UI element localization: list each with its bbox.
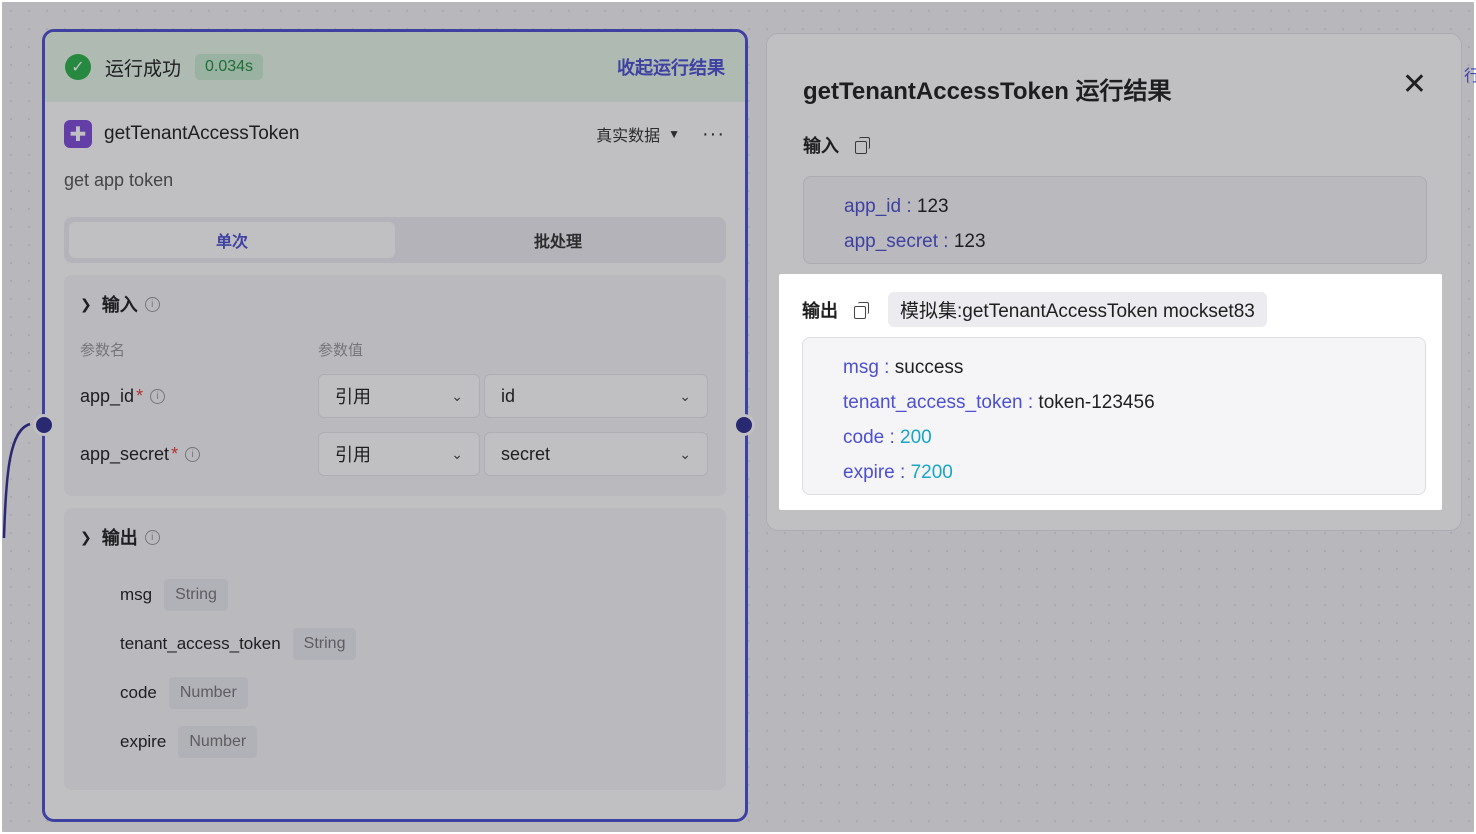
collapse-result-link[interactable]: 收起运行结果 [617,54,725,80]
output-field-name: tenant_access_token [120,633,281,653]
input-values-box: app_id : 123 app_secret : 123 [803,176,1427,264]
data-mode-label: 真实数据 [596,128,661,145]
check-circle-icon: ✓ [65,54,91,80]
output-field-row: code Number [120,668,710,717]
output-section-header[interactable]: ❯ 输出 i [80,524,710,550]
mockset-tag: 模拟集:getTenantAccessToken mockset83 [888,292,1267,327]
offscreen-node-edge: 行 [1464,68,1476,85]
chevron-down-icon: ⌄ [451,445,463,462]
chevron-down-icon: ⌄ [679,387,691,404]
param-name: app_id [80,385,135,406]
input-value: 123 [916,196,949,217]
output-section: ❯ 输出 i msg String tenant_access_token St… [64,508,726,790]
node-title: getTenantAccessToken [104,123,300,144]
output-value: success [894,357,964,378]
required-mark: * [136,385,144,406]
output-values-box: msg : success tenant_access_token : toke… [802,337,1426,495]
input-section-header[interactable]: ❯ 输入 i [80,291,710,317]
output-field-type: String [164,578,228,611]
param-name: app_secret [80,443,170,464]
node-description: get app token [64,170,174,190]
input-kv-row: app_id : 123 [844,196,949,217]
output-field-name: expire [120,731,167,751]
input-section-title: 输入 [101,295,138,315]
input-value: 123 [953,231,986,252]
required-mark: * [171,443,179,464]
output-field-row: expire Number [120,717,710,766]
output-field-row: tenant_access_token String [120,619,710,668]
param-row: app_id * i 引用 ⌄ id ⌄ [80,374,710,418]
run-mode-tabs: 单次 批处理 [64,217,726,263]
output-value: token-123456 [1038,392,1155,413]
param-type-value: 引用 [335,445,371,465]
chevron-down-icon: ⌄ [679,445,691,462]
output-key: code [843,427,885,448]
close-icon[interactable]: ✕ [1402,70,1427,100]
more-icon[interactable]: ··· [702,123,725,146]
output-highlight: 输出 模拟集:getTenantAccessToken mockset83 ms… [779,274,1442,510]
param-value: secret [501,443,551,464]
output-field-type: String [292,627,357,660]
param-type-value: 引用 [335,387,371,407]
input-section: ❯ 输入 i 参数名 参数值 app_id * i 引用 ⌄ id ⌄ app_… [64,275,726,496]
chevron-down-icon: ❯ [80,528,92,545]
param-value-header: 参数值 [318,342,364,359]
output-field-name: code [120,682,157,702]
info-icon[interactable]: i [185,446,201,462]
panel-title: getTenantAccessToken 运行结果 [803,78,1172,105]
info-icon[interactable]: i [150,388,166,404]
output-value: 200 [900,427,932,448]
input-key: app_id [844,196,902,217]
run-status-text: 运行成功 [105,58,182,80]
param-type-select[interactable]: 引用 ⌄ [318,432,480,476]
copy-icon[interactable] [855,137,871,154]
output-field-name: msg [120,584,153,604]
caret-down-icon: ▼ [668,127,681,141]
tab-batch[interactable]: 批处理 [395,222,721,258]
param-value-select[interactable]: secret ⌄ [484,432,708,476]
panel-output-label-row: 输出 模拟集:getTenantAccessToken mockset83 [802,292,1267,327]
output-kv-row: code : 200 [843,427,932,448]
output-key: msg [843,357,879,378]
output-port[interactable] [733,414,755,436]
output-section-title: 输出 [101,528,138,548]
output-kv-row: msg : success [843,357,964,378]
tab-single[interactable]: 单次 [69,222,395,258]
panel-output-label: 输出 [802,300,838,321]
info-icon[interactable]: i [144,529,160,545]
input-kv-row: app_secret : 123 [844,231,986,252]
output-key: tenant_access_token [843,392,1023,413]
info-icon[interactable]: i [144,296,160,312]
data-mode-dropdown[interactable]: 真实数据 ▼ [596,122,680,146]
output-field-type: Number [168,676,248,709]
param-name-header: 参数名 [80,342,126,359]
output-kv-row: expire : 7200 [843,462,953,483]
chevron-down-icon: ⌄ [451,387,463,404]
panel-input-label: 输入 [803,136,839,156]
output-key: expire [843,462,895,483]
output-field-type: Number [178,725,258,758]
param-value: id [501,385,516,406]
copy-icon[interactable] [854,301,870,319]
param-value-select[interactable]: id ⌄ [484,374,708,418]
plugin-icon: ✚ [64,120,92,148]
panel-input-label-row: 输入 [803,132,871,158]
output-value: 7200 [910,462,953,483]
input-port[interactable] [33,414,55,436]
chevron-down-icon: ❯ [80,295,92,312]
param-type-select[interactable]: 引用 ⌄ [318,374,480,418]
run-status-bar: ✓ 运行成功 0.034s 收起运行结果 [45,32,745,102]
output-kv-row: tenant_access_token : token-123456 [843,392,1155,413]
input-key: app_secret [844,231,939,252]
run-duration-badge: 0.034s [195,54,264,80]
output-field-row: msg String [120,570,710,619]
param-row: app_secret * i 引用 ⌄ secret ⌄ [80,432,710,476]
plugin-node-card[interactable]: ✓ 运行成功 0.034s 收起运行结果 ✚ getTenantAccessTo… [42,29,748,822]
